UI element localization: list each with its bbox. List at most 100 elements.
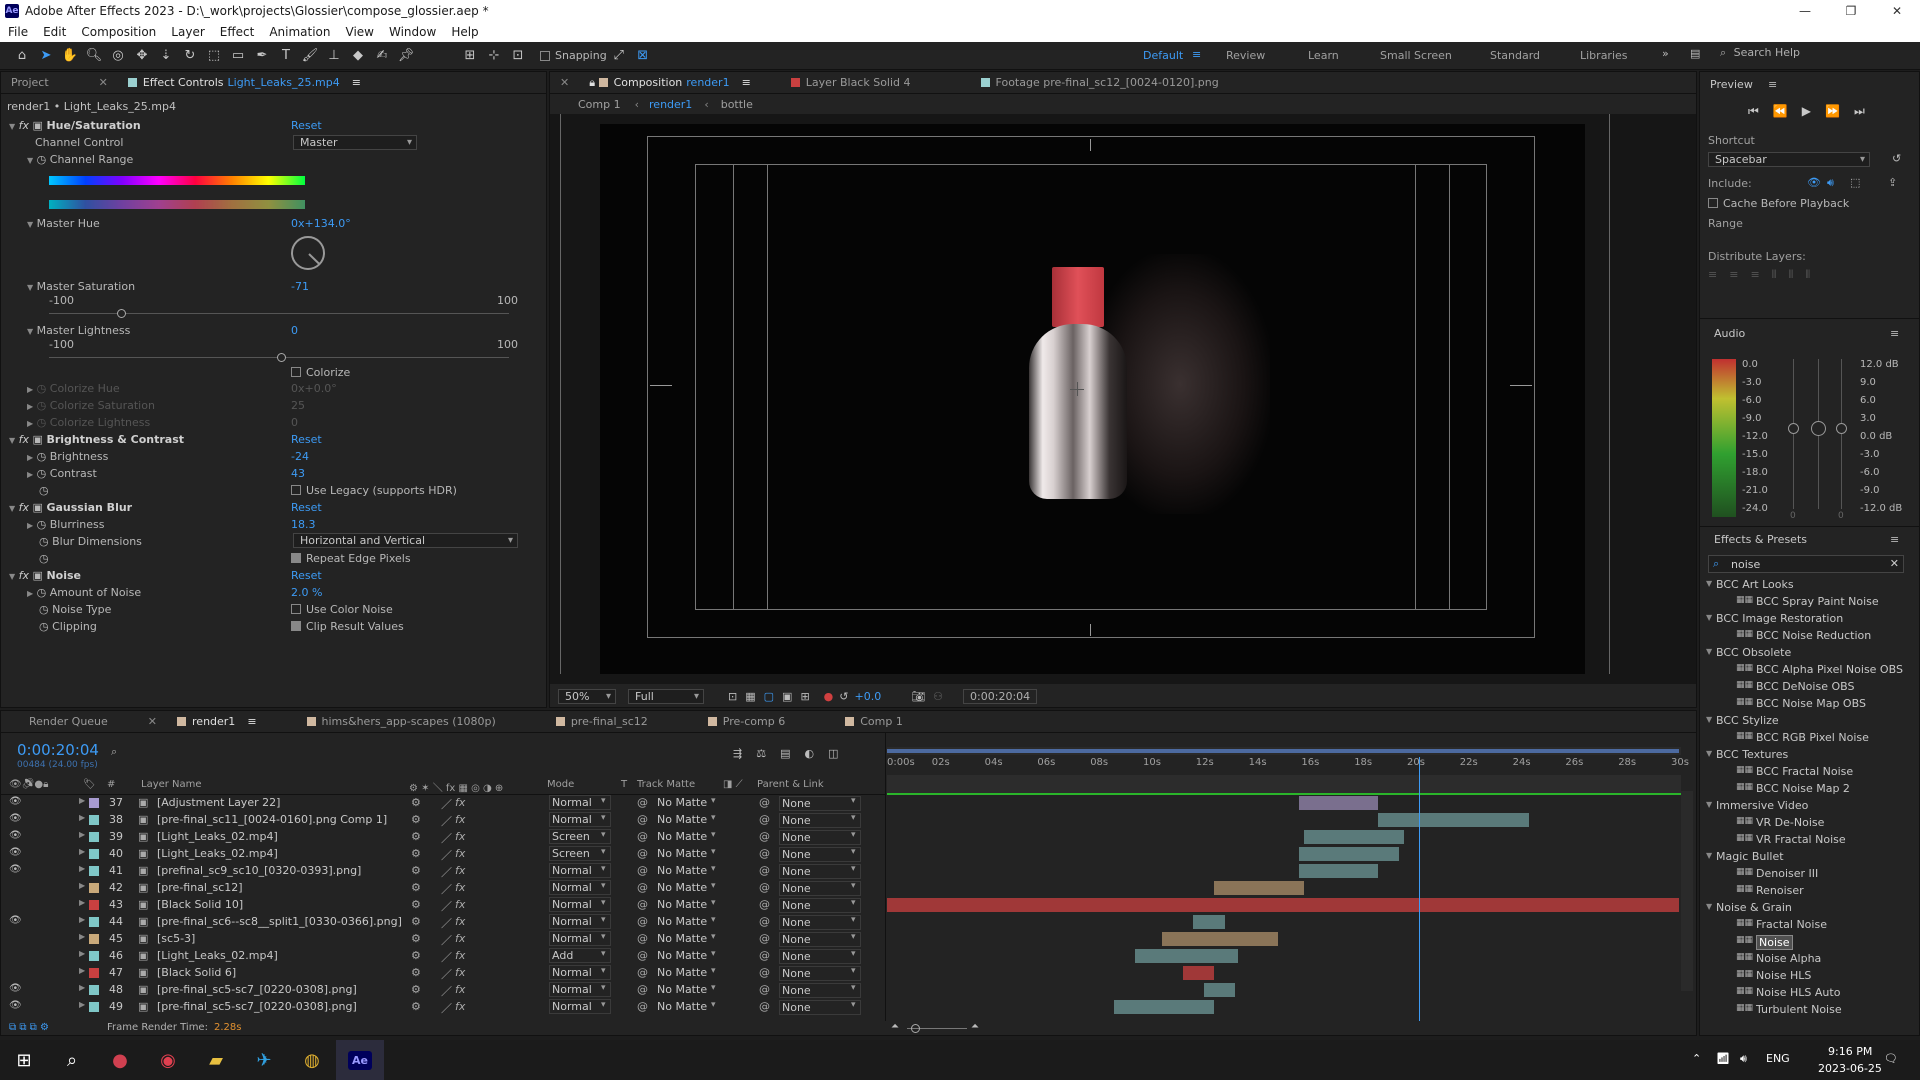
repeat-edge-checkbox[interactable] bbox=[291, 553, 301, 563]
snapshot-icon[interactable]: 📷︎ bbox=[911, 690, 925, 703]
quality-switch-icon[interactable]: ／ bbox=[441, 1000, 452, 1016]
telegram-icon[interactable]: ✈ bbox=[240, 1040, 288, 1080]
expand-icon[interactable]: ▶ bbox=[79, 864, 85, 873]
hide-shy-icon[interactable]: ▤ bbox=[780, 747, 790, 760]
layer-name[interactable]: [pre-final_sc12] bbox=[157, 881, 243, 894]
stopwatch-icon[interactable]: ◷ bbox=[37, 450, 47, 463]
menu-window[interactable]: Window bbox=[389, 25, 436, 39]
parent-pickwhip-icon[interactable]: @ bbox=[759, 932, 770, 945]
distribute-bottom-icon[interactable]: ≡ bbox=[1750, 268, 1759, 282]
playhead[interactable] bbox=[1419, 757, 1421, 1025]
track-matte-select[interactable]: No Matte bbox=[657, 830, 717, 845]
matte-pickwhip-icon[interactable]: @ bbox=[637, 847, 648, 860]
collapse-icon[interactable]: ▼ bbox=[1706, 715, 1712, 724]
collapse-icon[interactable]: ▼ bbox=[1706, 613, 1712, 622]
shy-switch-icon[interactable]: ⚙︎ bbox=[411, 864, 421, 877]
fx-icon[interactable]: fx bbox=[19, 433, 29, 446]
fx-switch-icon[interactable]: fx bbox=[455, 1000, 465, 1013]
collapse-icon[interactable]: ▼ bbox=[1706, 749, 1712, 758]
stopwatch-icon[interactable]: ◷ bbox=[37, 416, 47, 429]
collapse-icon[interactable]: ▼ bbox=[27, 156, 33, 165]
tab-render1[interactable]: render1 ≡ bbox=[167, 711, 267, 733]
type-tool-icon[interactable]: T bbox=[274, 44, 298, 68]
parent-pickwhip-icon[interactable]: @ bbox=[759, 847, 770, 860]
distribute-hcenter-icon[interactable]: ⦀ bbox=[1789, 268, 1794, 282]
tab-render-queue[interactable]: Render Queue ✕ bbox=[19, 711, 167, 733]
parent-pickwhip-icon[interactable]: @ bbox=[759, 949, 770, 962]
close-icon[interactable]: ✕ bbox=[148, 715, 157, 728]
layer-duration-bar[interactable] bbox=[1182, 966, 1215, 980]
quality-switch-icon[interactable]: ／ bbox=[441, 966, 452, 982]
draft-3d-icon[interactable]: ⚖ bbox=[756, 747, 766, 760]
channel-control-select[interactable]: Master bbox=[293, 135, 417, 150]
hue-saturation-reset[interactable]: Reset bbox=[291, 119, 322, 132]
layer-duration-bar[interactable] bbox=[1161, 932, 1278, 946]
screen-recorder-icon[interactable]: ◉ bbox=[144, 1040, 192, 1080]
collapse-icon[interactable]: ▼ bbox=[1706, 579, 1712, 588]
expand-icon[interactable]: ▶ bbox=[27, 419, 33, 428]
pan-tool-icon[interactable]: ✥ bbox=[130, 44, 154, 68]
expand-icon[interactable]: ▶ bbox=[79, 1000, 85, 1009]
workspace-default[interactable]: Default bbox=[1143, 49, 1183, 62]
expand-icon[interactable]: ▶ bbox=[79, 796, 85, 805]
layer-name[interactable]: [Light_Leaks_02.mp4] bbox=[157, 830, 278, 843]
shy-switch-icon[interactable]: ⚙︎ bbox=[411, 915, 421, 928]
workspace-small-screen[interactable]: Small Screen bbox=[1380, 49, 1452, 62]
expand-icon[interactable]: ▶ bbox=[79, 932, 85, 941]
layer-name[interactable]: [Black Solid 6] bbox=[157, 966, 236, 979]
visibility-eye-icon[interactable]: 👁︎ bbox=[9, 1000, 22, 1011]
tab-effect-controls[interactable]: Effect Controls Light_Leaks_25.mp4 ≡ bbox=[118, 72, 371, 94]
layer-search-field[interactable]: ⌕ bbox=[111, 745, 711, 763]
close-button[interactable]: ✕ bbox=[1874, 0, 1920, 22]
audio-icon[interactable]: 🔊︎ bbox=[1827, 176, 1834, 190]
zoom-tool-icon[interactable]: 🔍︎ bbox=[82, 44, 106, 68]
shy-switch-icon[interactable]: ⚙︎ bbox=[411, 847, 421, 860]
work-area-bar[interactable] bbox=[887, 747, 1681, 755]
clip-result-checkbox[interactable] bbox=[291, 621, 301, 631]
layer-name[interactable]: [sc5-3] bbox=[157, 932, 195, 945]
expand-icon[interactable]: ▶ bbox=[79, 915, 85, 924]
workspace-libraries[interactable]: Libraries bbox=[1580, 49, 1628, 62]
visibility-eye-icon[interactable]: 👁︎ bbox=[9, 864, 22, 875]
effect-item[interactable]: ▦▦ BCC Noise Reduction bbox=[1700, 628, 1919, 645]
distribute-right-icon[interactable]: ⦀ bbox=[1805, 268, 1810, 282]
last-frame-icon[interactable]: ⏭ bbox=[1854, 104, 1865, 119]
composition-flowchart-icon[interactable]: ⇶ bbox=[733, 747, 742, 760]
expand-icon[interactable]: ▶ bbox=[27, 402, 33, 411]
frame-blending-icon[interactable]: ◐ bbox=[805, 747, 815, 760]
fx-switch-icon[interactable]: fx bbox=[455, 796, 465, 809]
rectangle-tool-icon[interactable]: ▭ bbox=[226, 44, 250, 68]
effect-category[interactable]: ▼ Noise & Grain bbox=[1700, 900, 1919, 917]
effect-item[interactable]: ▦▦ Noise Alpha bbox=[1700, 951, 1919, 968]
rotate-tool-icon[interactable]: ↻ bbox=[178, 44, 202, 68]
quality-switch-icon[interactable]: ／ bbox=[441, 983, 452, 999]
collapse-icon[interactable]: ▼ bbox=[1706, 800, 1712, 809]
matte-pickwhip-icon[interactable]: @ bbox=[637, 1000, 648, 1013]
effect-item[interactable]: ▦▦ BCC DeNoise OBS bbox=[1700, 679, 1919, 696]
left-fader-track[interactable] bbox=[1793, 359, 1794, 509]
matte-pickwhip-icon[interactable]: @ bbox=[637, 864, 648, 877]
effect-category[interactable]: ▼ BCC Art Looks bbox=[1700, 577, 1919, 594]
workspace-standard[interactable]: Standard bbox=[1490, 49, 1540, 62]
expand-icon[interactable]: ▶ bbox=[79, 881, 85, 890]
quality-switch-icon[interactable]: ／ bbox=[441, 881, 452, 897]
table-row[interactable]: 👁︎ ▶ 40 ▣ [Light_Leaks_02.mp4] ⚙︎ ／ fx Screen ▾ @ N… bbox=[1, 846, 886, 863]
parent-pickwhip-icon[interactable]: @ bbox=[759, 915, 770, 928]
contrast-value[interactable]: 43 bbox=[291, 467, 305, 480]
collapse-icon[interactable]: ▼ bbox=[27, 220, 33, 229]
tab-composition[interactable]: 🔒︎ Composition render1 ≡ bbox=[579, 72, 761, 94]
layer-duration-bar[interactable] bbox=[1193, 915, 1225, 929]
quality-switch-icon[interactable]: ／ bbox=[441, 830, 452, 846]
show-snapshot-icon[interactable]: ⚇ bbox=[933, 690, 943, 703]
zoom-in-icon[interactable]: ⏶ bbox=[971, 1021, 979, 1032]
fx-switch-icon[interactable]: fx bbox=[455, 847, 465, 860]
quality-switch-icon[interactable]: ／ bbox=[441, 932, 452, 948]
effect-item[interactable]: ▦▦ BCC RGB Pixel Noise bbox=[1700, 730, 1919, 747]
quality-switch-icon[interactable]: ／ bbox=[441, 949, 452, 965]
master-hue-value[interactable]: 0x+134.0° bbox=[291, 217, 351, 230]
effect-item[interactable]: ▦▦ BCC Alpha Pixel Noise OBS bbox=[1700, 662, 1919, 679]
amount-of-noise-value[interactable]: 2.0 % bbox=[291, 586, 322, 599]
tab-footage[interactable]: Footage pre-final_sc12_[0024-0120].png bbox=[971, 72, 1229, 94]
effect-category[interactable]: ▼ Magic Bullet bbox=[1700, 849, 1919, 866]
expand-icon[interactable]: ▶ bbox=[27, 453, 33, 462]
